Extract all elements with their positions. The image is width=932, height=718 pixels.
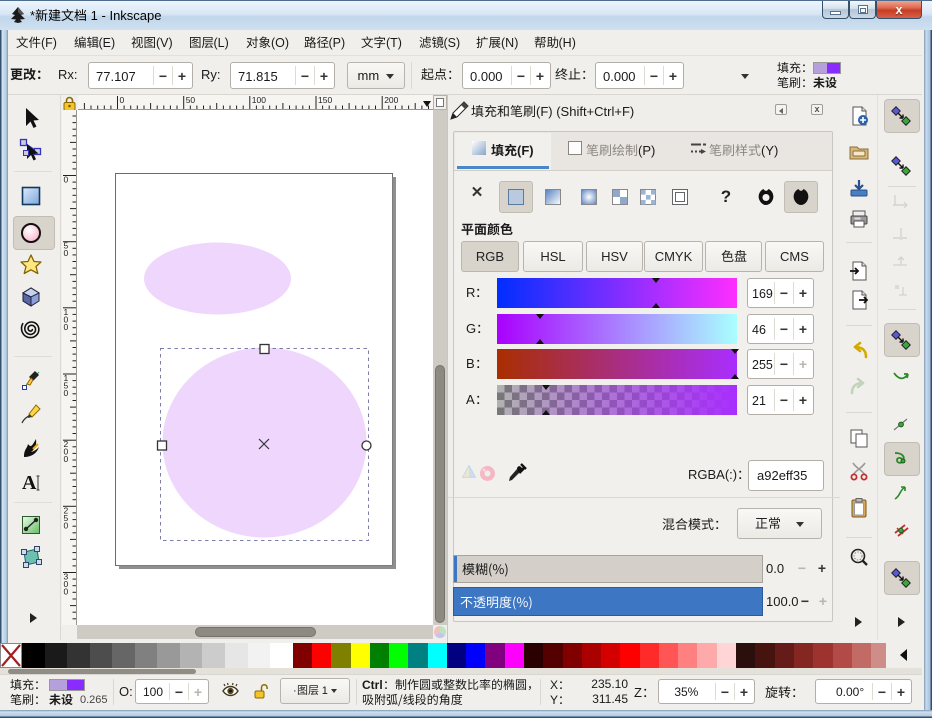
svg-text:A: A (22, 472, 37, 494)
svg-text:0: 0 (64, 388, 69, 398)
svg-text:0: 0 (64, 520, 69, 530)
svg-text:150: 150 (318, 95, 332, 105)
svg-text:0: 0 (64, 248, 69, 258)
svg-text:200: 200 (384, 95, 398, 105)
svg-text:0: 0 (64, 175, 69, 185)
svg-text:0: 0 (64, 454, 69, 464)
svg-text:0: 0 (64, 322, 69, 332)
svg-text:100: 100 (252, 95, 266, 105)
svg-text:50: 50 (186, 95, 196, 105)
svg-text:0: 0 (120, 95, 125, 105)
svg-text:0: 0 (64, 587, 69, 597)
